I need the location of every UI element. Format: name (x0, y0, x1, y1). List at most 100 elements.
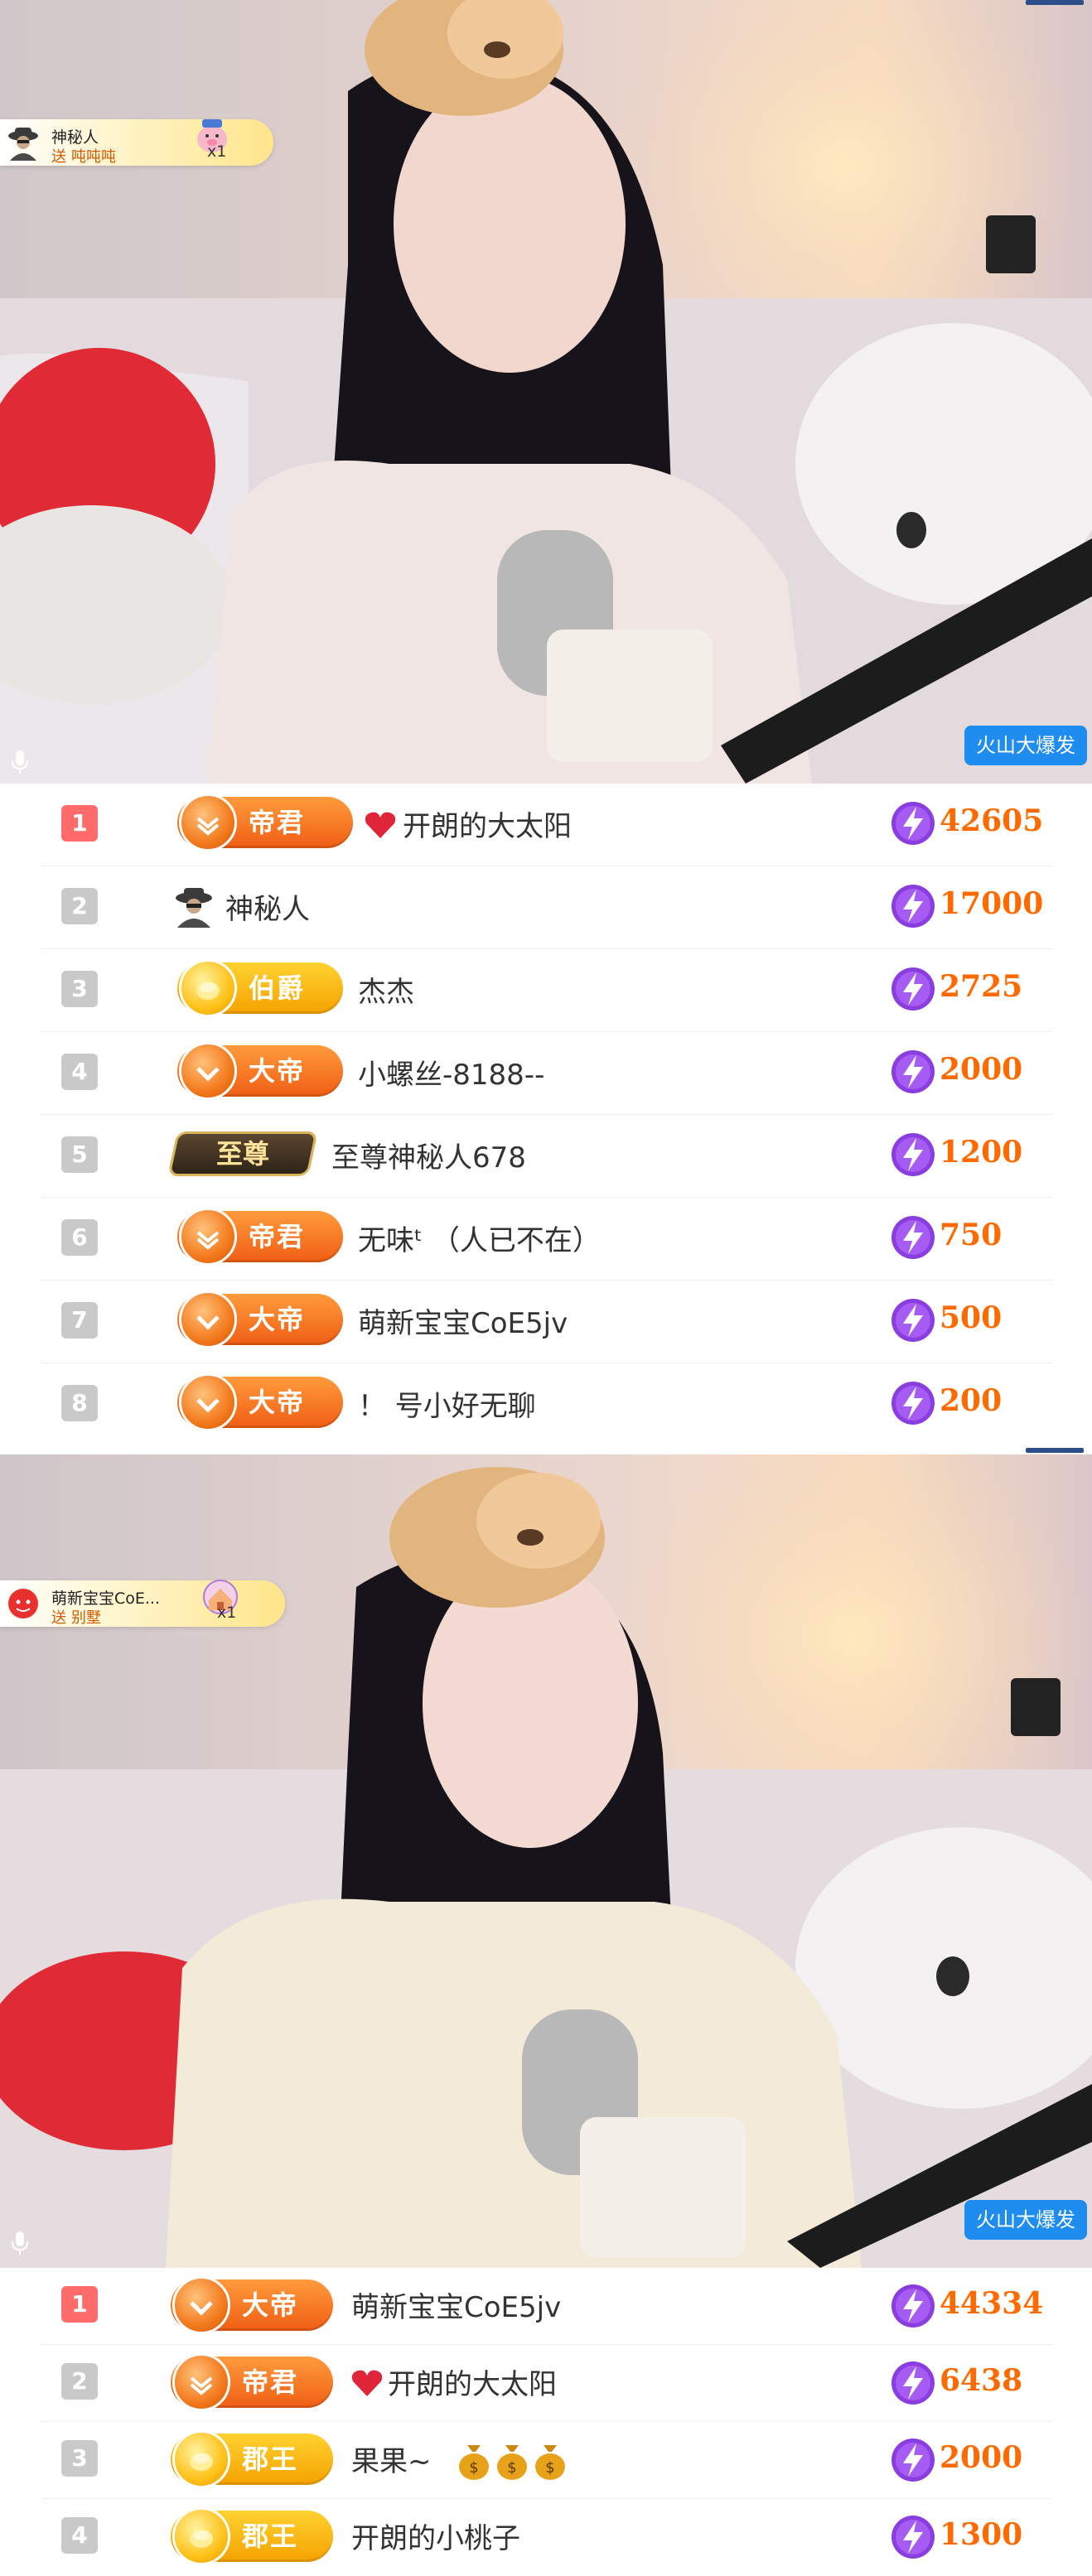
rank-user-name[interactable]: 果果~ (351, 2439, 432, 2479)
lightning-coin-icon (891, 1216, 935, 1259)
rank-number: 2 (61, 2363, 98, 2400)
rank-row[interactable]: 8 大帝 ！ 号小好无聊 200 (41, 1363, 1052, 1446)
contribution-score: 42605 (940, 803, 1044, 838)
money-bag-icon: $ (535, 2445, 565, 2480)
stream-image-1 (0, 0, 1092, 784)
rank-user-name[interactable]: 萌新宝宝CoE5jv (358, 1300, 568, 1341)
level-badge: 帝君 (177, 1208, 343, 1266)
rank-row[interactable]: 7 大帝 萌新宝宝CoE5jv 500 (41, 1281, 1052, 1363)
rank-user-name[interactable]: 萌新宝宝CoE5jv (351, 2284, 561, 2325)
contribution-score: 2000 (940, 1052, 1023, 1087)
level-badge: 郡王 (171, 2430, 333, 2488)
svg-text:$: $ (469, 2459, 478, 2477)
gift-toast: 神秘人 送吨吨吨 x1 (0, 119, 273, 166)
section-divider (0, 1446, 1092, 1454)
svg-text:$: $ (507, 2459, 516, 2477)
rank-row[interactable]: 3 郡王 果果~ $ $ $ 2000 (41, 2422, 1052, 2499)
level-badge: 帝君 (171, 2353, 333, 2411)
level-emblem-icon (179, 1290, 237, 1348)
rank-user-name[interactable]: 神秘人 (225, 886, 310, 927)
toast-count: x1 (217, 1604, 237, 1622)
rank-row[interactable]: 2 神秘人 17000 (41, 866, 1052, 949)
rank-number: 3 (61, 2440, 98, 2477)
live-badge[interactable]: 火山大爆发 (964, 2200, 1087, 2240)
contribution-score: 500 (940, 1300, 1003, 1335)
rank-number: 8 (61, 1385, 98, 1421)
toast-gift-name: 吨吨吨 (71, 148, 116, 166)
rank-row[interactable]: 2 帝君 开朗的大太阳 6438 (41, 2345, 1052, 2422)
rank-user-name[interactable]: ！ 号小好无聊 (358, 1383, 536, 1424)
level-badge: 至尊 (167, 1131, 318, 1176)
contribution-score: 17000 (940, 886, 1044, 921)
contribution-score: 6438 (940, 2363, 1023, 2398)
stream-image-2 (0, 1454, 1092, 2268)
toast-gift-name: 别墅 (71, 1609, 101, 1627)
level-badge: 郡王 (171, 2507, 333, 2565)
level-badge: 帝君 (177, 794, 353, 851)
level-badge: 伯爵 (177, 959, 343, 1017)
level-emblem-icon (172, 2276, 230, 2334)
lightning-coin-icon (891, 885, 935, 928)
corner-mark (1026, 1448, 1084, 1453)
rank-number: 2 (61, 888, 98, 924)
level-emblem-icon (179, 794, 237, 851)
rank-number: 7 (61, 1302, 98, 1339)
rank-user-name[interactable]: 无味ᵗ （人已不在） (358, 1218, 601, 1258)
rank-user-name[interactable]: 至尊神秘人678 (331, 1135, 526, 1175)
toast-action: 送别墅 (51, 1609, 101, 1627)
live-video-2[interactable]: 萌新宝宝CoE... 送别墅 x1 火山大爆发 (0, 1454, 1092, 2268)
level-emblem-icon (179, 1042, 237, 1100)
rank-number: 1 (61, 2286, 98, 2323)
spy-avatar-icon (176, 888, 212, 928)
svg-text:$: $ (545, 2459, 554, 2477)
rank-user-name[interactable]: 开朗的小桃子 (351, 2516, 520, 2556)
lightning-coin-icon (891, 2361, 935, 2405)
rank-row[interactable]: 4 郡王 开朗的小桃子 1300 (41, 2499, 1052, 2576)
lightning-coin-icon (891, 1050, 935, 1093)
heart-icon (351, 2370, 383, 2396)
contribution-score: 44334 (940, 2286, 1044, 2321)
rank-user-name[interactable]: 开朗的大太阳 (403, 803, 572, 844)
lightning-coin-icon (891, 2516, 935, 2559)
level-emblem-icon (179, 1373, 237, 1431)
contribution-score: 2000 (940, 2440, 1023, 2475)
level-badge: 大帝 (177, 1290, 343, 1348)
contribution-ranking-1: 1 帝君 开朗的大太阳 42605 2 神秘人 17000 3 伯爵 杰杰 27… (0, 784, 1092, 1446)
rank-row[interactable]: 1 帝君 开朗的大太阳 42605 (41, 784, 1052, 866)
toast-user: 神秘人 (51, 128, 99, 147)
live-badge[interactable]: 火山大爆发 (964, 726, 1087, 765)
contribution-score: 200 (940, 1383, 1003, 1418)
level-emblem-icon (172, 2430, 230, 2488)
money-bag-icon: $ (459, 2445, 489, 2480)
level-badge: 大帝 (177, 1373, 343, 1431)
lightning-coin-icon (891, 802, 935, 845)
microphone-icon[interactable] (10, 2230, 30, 2256)
rank-row[interactable]: 4 大帝 小螺丝-8188-- 2000 (41, 1032, 1052, 1115)
rank-row[interactable]: 3 伯爵 杰杰 2725 (41, 949, 1052, 1032)
level-badge: 大帝 (171, 2276, 333, 2334)
live-video-1[interactable]: 神秘人 送吨吨吨 x1 火山大爆发 (0, 0, 1092, 784)
level-emblem-icon (172, 2507, 230, 2565)
rank-number: 4 (61, 1054, 98, 1090)
contribution-score: 1200 (940, 1135, 1023, 1170)
contribution-score: 750 (940, 1218, 1003, 1252)
microphone-icon[interactable] (10, 749, 30, 775)
rank-number: 5 (61, 1136, 98, 1173)
lightning-coin-icon (891, 1133, 935, 1176)
rank-row[interactable]: 5 至尊 至尊神秘人678 1200 (41, 1115, 1052, 1198)
toast-count: x1 (207, 142, 227, 161)
gift-toast: 萌新宝宝CoE... 送别墅 x1 (0, 1580, 285, 1627)
rank-user-name[interactable]: 小螺丝-8188-- (358, 1052, 544, 1093)
corner-mark (1026, 0, 1084, 5)
level-emblem-icon (179, 959, 237, 1017)
rank-number: 6 (61, 1219, 98, 1256)
lightning-coin-icon (891, 2439, 935, 2482)
lightning-coin-icon (891, 1299, 935, 1342)
rank-user-name[interactable]: 杰杰 (358, 969, 414, 1010)
toast-user: 萌新宝宝CoE... (51, 1589, 161, 1608)
lightning-coin-icon (891, 1382, 935, 1425)
rank-user-name[interactable]: 开朗的大太阳 (388, 2361, 557, 2402)
rank-row[interactable]: 1 大帝 萌新宝宝CoE5jv 44334 (41, 2268, 1052, 2345)
level-emblem-icon (172, 2353, 230, 2411)
rank-row[interactable]: 6 帝君 无味ᵗ （人已不在） 750 (41, 1198, 1052, 1281)
